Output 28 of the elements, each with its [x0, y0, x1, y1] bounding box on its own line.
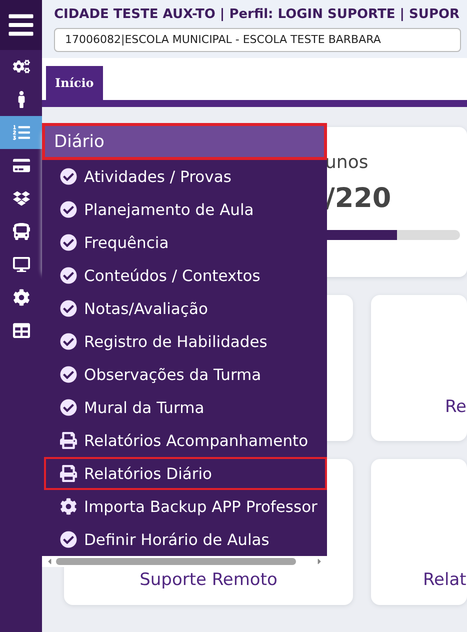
printer-icon	[60, 465, 77, 482]
menu-item[interactable]: Notas/Avaliação	[42, 292, 327, 325]
menu-item[interactable]: Mural da Turma	[42, 391, 327, 424]
summary-label: unos	[325, 152, 368, 173]
card-label: Suporte Remoto	[140, 570, 278, 590]
menu-item[interactable]: Planejamento de Aula	[42, 193, 327, 226]
menu-item[interactable]: Relatórios Diário	[44, 457, 327, 490]
menu-item[interactable]: Relatórios Acompanhamento	[42, 424, 327, 457]
card-label: Re	[445, 397, 467, 417]
card-label: Relat	[423, 570, 466, 590]
menu-title[interactable]: Diário	[42, 123, 327, 160]
menu-item[interactable]: Importa Backup APP Professor	[42, 490, 327, 523]
menu-item[interactable]: Atividades / Provas	[42, 160, 327, 193]
menu-item[interactable]: Registro de Habilidades	[42, 325, 327, 358]
scrollbar[interactable]	[42, 556, 327, 567]
menu-item[interactable]: Definir Horário de Aulas	[42, 523, 327, 556]
summary-value: /220	[325, 183, 392, 214]
settings-icon	[60, 498, 77, 515]
menu-item[interactable]: Observações da Turma	[42, 358, 327, 391]
menu-item[interactable]: Conteúdos / Contextos	[42, 259, 327, 292]
header-title: CIDADE TESTE AUX-TO | Perfil: LOGIN SUPORTE | SUPOR	[54, 7, 461, 22]
tab[interactable]: Início	[46, 66, 103, 100]
shortcut-card[interactable]: Re	[371, 295, 467, 441]
printer-icon	[60, 432, 77, 449]
shortcut-card[interactable]: Relat	[371, 459, 467, 605]
menu-item[interactable]: Frequência	[42, 226, 327, 259]
menu-icon[interactable]	[0, 0, 42, 50]
school-select[interactable]: 17006082|ESCOLA MUNICIPAL - ESCOLA TESTE BARBARA	[54, 28, 461, 52]
